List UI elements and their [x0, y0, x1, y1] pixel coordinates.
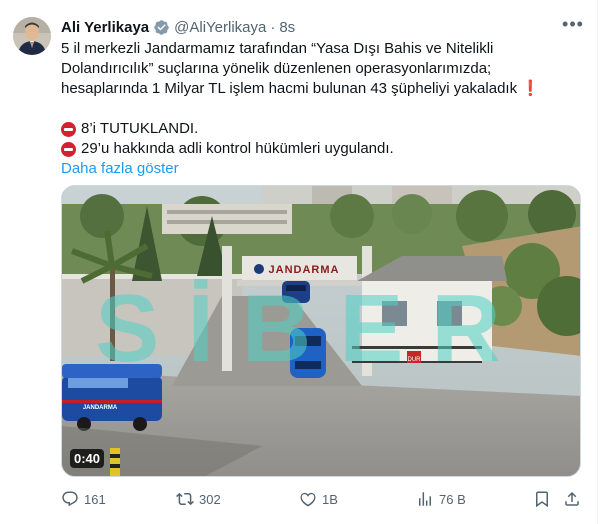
judicial-control-line: 29’u hakkında adli kontrol hükümleri uyg… — [81, 140, 394, 157]
tweet-header: Ali Yerlikaya @AliYerlikaya · 8s — [61, 17, 295, 37]
tweet-text-main: 5 il merkezli Jandarmamız tarafından “Ya… — [61, 40, 518, 97]
video-frame: JANDARMA DUR JANDARMA SİBER — [62, 186, 580, 476]
share-icon — [565, 491, 579, 506]
share-button[interactable] — [563, 488, 586, 510]
like-button[interactable]: 1B — [299, 488, 338, 510]
watermark: SİBER — [95, 275, 528, 382]
repost-button[interactable]: 302 — [176, 488, 221, 510]
arrested-line: 8’i TUTUKLANDI. — [81, 120, 199, 137]
reply-button[interactable]: 161 — [61, 488, 106, 510]
avatar[interactable] — [13, 17, 51, 55]
tweet-card[interactable]: Ali Yerlikaya @AliYerlikaya · 8s ••• 5 i… — [0, 0, 598, 524]
author-name[interactable]: Ali Yerlikaya — [61, 19, 149, 36]
bookmark-button[interactable] — [533, 488, 556, 510]
van-label: JANDARMA — [83, 405, 118, 411]
heart-icon — [300, 492, 316, 507]
avatar-image — [13, 17, 51, 55]
views-button[interactable]: 76 B — [416, 488, 466, 510]
video-player[interactable]: JANDARMA DUR JANDARMA SİBER 0:40 — [61, 185, 581, 477]
show-more-link[interactable]: Daha fazla göster — [61, 160, 179, 177]
no-entry-icon — [61, 121, 76, 137]
author-handle[interactable]: @AliYerlikaya — [174, 19, 266, 36]
more-options-icon[interactable]: ••• — [562, 15, 584, 37]
reply-count: 161 — [84, 491, 106, 507]
exclamation-icon: ❗ — [521, 80, 540, 97]
video-duration: 0:40 — [70, 449, 105, 468]
repost-icon — [176, 492, 194, 506]
reply-icon — [62, 491, 78, 507]
no-entry-icon — [61, 141, 76, 157]
like-count: 1B — [322, 491, 338, 507]
separator-dot: · — [270, 18, 276, 36]
timestamp[interactable]: 8s — [279, 19, 295, 36]
tweet-text: 5 il merkezli Jandarmamız tarafından “Ya… — [61, 39, 581, 179]
bookmark-icon — [536, 491, 548, 508]
analytics-icon — [419, 492, 431, 506]
repost-count: 302 — [199, 491, 221, 507]
action-bar: 161 302 1B 76 B — [61, 488, 581, 510]
verified-badge-icon[interactable] — [153, 19, 170, 36]
views-count: 76 B — [439, 491, 466, 507]
